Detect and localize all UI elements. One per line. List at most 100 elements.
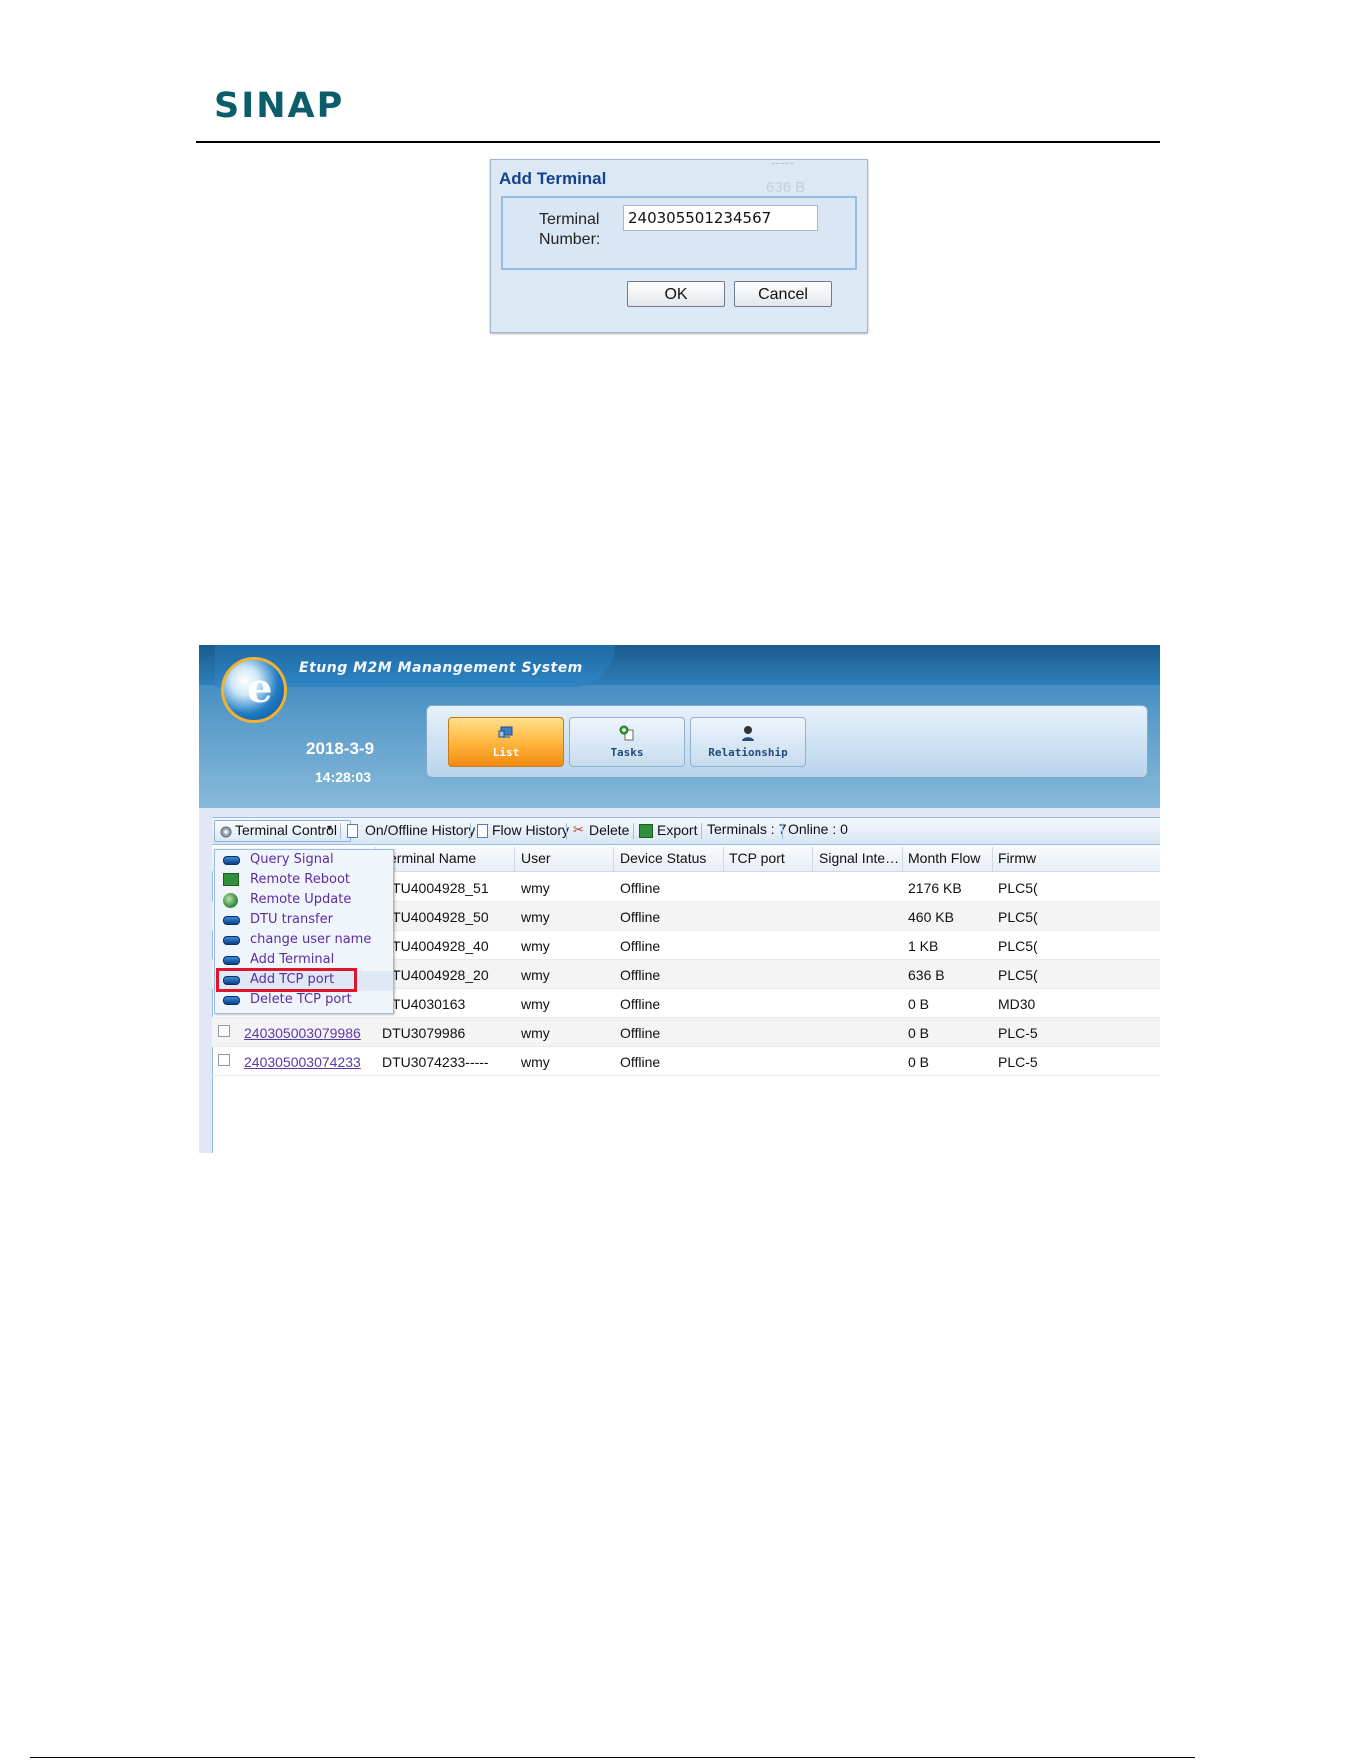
- column-header-tcp-port[interactable]: TCP port: [729, 850, 785, 866]
- toolbar-separator: [470, 823, 471, 839]
- user-cell: wmy: [521, 967, 550, 983]
- terminal-control-label: Terminal Control: [235, 822, 337, 838]
- flow-history-button[interactable]: Flow History: [492, 822, 569, 838]
- menu-item-label: Delete TCP port: [250, 992, 352, 1007]
- month-flow-cell: 1 KB: [908, 938, 939, 954]
- terminal-number-label: Terminal Number:: [539, 211, 601, 248]
- terminal-name-cell: DTU4004928_20: [382, 967, 489, 983]
- sinap-logo: SINAP: [214, 86, 345, 126]
- firmware-cell: PLC5(: [998, 909, 1038, 925]
- row-checkbox[interactable]: [218, 1054, 230, 1066]
- menu-item-label: Add Terminal: [250, 952, 335, 967]
- status-cell: Offline: [620, 880, 661, 896]
- dialog-title: Add Terminal: [499, 169, 607, 188]
- tab-relationship[interactable]: Relationship: [690, 717, 806, 767]
- menu-item-dtu-transfer[interactable]: DTU transfer: [215, 911, 393, 931]
- status-cell: Offline: [620, 996, 661, 1012]
- cancel-button[interactable]: Cancel: [734, 281, 832, 307]
- app-time: 14:28:03: [315, 769, 372, 785]
- month-flow-cell: 0 B: [908, 1054, 930, 1070]
- month-flow-cell: 2176 KB: [908, 880, 962, 896]
- month-flow-cell: 0 B: [908, 996, 930, 1012]
- column-separator: [613, 847, 614, 871]
- logo-letter: e: [247, 665, 273, 712]
- tab-list[interactable]: List: [448, 717, 564, 767]
- menu-item-label: change user name: [250, 932, 372, 947]
- ok-button[interactable]: OK: [627, 281, 725, 307]
- row-checkbox[interactable]: [218, 1025, 230, 1037]
- status-cell: Offline: [620, 967, 661, 983]
- firmware-cell: PLC5(: [998, 880, 1038, 896]
- menu-item-query-signal[interactable]: Query Signal: [215, 851, 393, 871]
- highlight-annotation-box: [216, 968, 357, 992]
- firmware-cell: PLC5(: [998, 967, 1038, 983]
- status-cell: Offline: [620, 909, 661, 925]
- footer-rule: [30, 1757, 1195, 1758]
- user-cell: wmy: [521, 909, 550, 925]
- m2m-app-window: Etung M2M Manangement System e 2018-3-9 …: [199, 645, 1160, 1153]
- user-icon: [742, 726, 754, 741]
- tab-tasks[interactable]: Tasks: [569, 717, 685, 767]
- export-button[interactable]: Export: [657, 822, 697, 838]
- user-cell: wmy: [521, 996, 550, 1012]
- column-separator: [992, 847, 993, 871]
- delete-button[interactable]: Delete: [589, 822, 629, 838]
- firmware-cell: PLC-5: [998, 1025, 1038, 1041]
- column-header-firmware[interactable]: Firmw: [998, 850, 1036, 866]
- month-flow-cell: 636 B: [908, 967, 945, 983]
- monitor-icon: [498, 726, 513, 738]
- column-separator: [812, 847, 813, 871]
- app-title: Etung M2M Manangement System: [299, 660, 583, 676]
- tab-label: Relationship: [708, 746, 788, 759]
- menu-item-label: Remote Reboot: [250, 872, 350, 887]
- user-cell: wmy: [521, 1054, 550, 1070]
- column-separator: [723, 847, 724, 871]
- excel-icon: [639, 824, 653, 838]
- terminal-name-cell: DTU4004928_50: [382, 909, 489, 925]
- firmware-cell: MD30: [998, 996, 1036, 1012]
- month-flow-cell: 460 KB: [908, 909, 954, 925]
- reboot-icon: [223, 873, 239, 886]
- dialog-body: Terminal Number:: [501, 196, 857, 270]
- menu-item-remote-update[interactable]: Remote Update: [215, 891, 393, 911]
- toolbar-separator: [340, 823, 341, 839]
- firmware-cell: PLC-5: [998, 1054, 1038, 1070]
- menu-item-label: Query Signal: [250, 852, 334, 867]
- menu-item-delete-tcp-port[interactable]: Delete TCP port: [215, 991, 393, 1011]
- toolbar-separator: [782, 823, 783, 839]
- device-icon: [223, 996, 240, 1005]
- column-header-month-flow[interactable]: Month Flow: [908, 850, 980, 866]
- terminal-name-cell: DTU3074233-----: [382, 1054, 489, 1070]
- toolbar-separator: [633, 823, 634, 839]
- toolbar-separator: [566, 823, 567, 839]
- terminal-id-link[interactable]: 240305003079986: [244, 1025, 361, 1041]
- header-rule: [196, 141, 1160, 143]
- menu-item-remote-reboot[interactable]: Remote Reboot: [215, 871, 393, 891]
- column-separator: [902, 847, 903, 871]
- column-header-device-status[interactable]: Device Status: [620, 850, 706, 866]
- tab-label: List: [492, 746, 520, 759]
- terminal-number-input[interactable]: [623, 205, 818, 231]
- toolbar-separator: [701, 823, 702, 839]
- user-cell: wmy: [521, 880, 550, 896]
- device-icon: [223, 916, 240, 925]
- online-count: Online : 0: [788, 821, 848, 837]
- onoffline-history-button[interactable]: On/Offline History: [365, 822, 475, 838]
- terminal-name-cell: DTU4004928_51: [382, 880, 489, 896]
- terminal-name-cell: DTU4030163: [382, 996, 466, 1012]
- status-cell: Offline: [620, 1054, 661, 1070]
- device-icon: [223, 936, 240, 945]
- column-header-signal[interactable]: Signal Inte…: [819, 850, 899, 866]
- status-cell: Offline: [620, 938, 661, 954]
- column-header-user[interactable]: User: [521, 850, 551, 866]
- terminal-id-link[interactable]: 240305003074233: [244, 1054, 361, 1070]
- menu-item-label: DTU transfer: [250, 912, 333, 927]
- ghost-text: 636 B: [766, 179, 806, 196]
- terminals-count: Terminals : 7: [707, 821, 787, 837]
- menu-item-change-user-name[interactable]: change user name: [215, 931, 393, 951]
- document-icon: [347, 824, 358, 838]
- device-icon: [223, 956, 240, 965]
- tasks-icon: [619, 725, 634, 741]
- ghost-text: -----: [771, 154, 795, 170]
- column-header-terminal-name[interactable]: Terminal Name: [382, 850, 476, 866]
